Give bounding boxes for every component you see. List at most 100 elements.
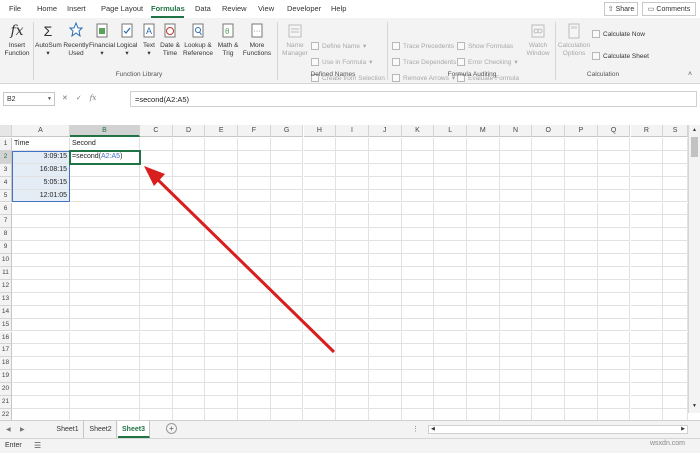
row-header-16[interactable]: 16 [0, 331, 12, 345]
cell-o3[interactable] [532, 163, 566, 177]
column-header-p[interactable]: P [565, 125, 598, 137]
cell-f9[interactable] [238, 241, 271, 255]
cell-g18[interactable] [270, 357, 304, 371]
cell-a7[interactable] [12, 215, 70, 229]
cell-d8[interactable] [172, 228, 206, 242]
cell-m8[interactable] [467, 228, 500, 242]
more-functions-button[interactable]: ··· More Functions [242, 22, 272, 58]
cell-k11[interactable] [401, 267, 435, 280]
cell-g15[interactable] [270, 318, 304, 332]
menu-insert[interactable]: Insert [67, 4, 86, 13]
cell-i12[interactable] [336, 279, 369, 293]
trace-dependents-button[interactable]: Trace Dependents [392, 58, 456, 66]
row-header-17[interactable]: 17 [0, 344, 12, 358]
cell-j10[interactable] [368, 254, 402, 267]
cell-s6[interactable] [663, 202, 688, 216]
cell-l14[interactable] [434, 305, 467, 319]
cell-e12[interactable] [205, 279, 239, 293]
worksheet-grid[interactable]: A B C D E F G H I J K L M N O P Q R S 1 Time Second 2 3:09:15 3 1… [0, 125, 700, 422]
cell-n1[interactable] [499, 138, 533, 151]
cell-m4[interactable] [467, 176, 500, 190]
cell-j19[interactable] [368, 370, 402, 384]
cell-s12[interactable] [663, 279, 688, 293]
cell-i8[interactable] [336, 228, 369, 242]
cell-d9[interactable] [172, 241, 206, 255]
select-all-corner[interactable] [0, 125, 12, 137]
cell-e9[interactable] [205, 241, 239, 255]
menu-view[interactable]: View [258, 4, 274, 13]
cell-f16[interactable] [238, 331, 271, 345]
cell-n13[interactable] [499, 292, 533, 306]
cell-c20[interactable] [140, 383, 173, 396]
cell-l18[interactable] [434, 357, 467, 371]
cell-o18[interactable] [532, 357, 566, 371]
row-header-1[interactable]: 1 [0, 138, 12, 151]
cell-g3[interactable] [270, 163, 304, 177]
menu-help[interactable]: Help [331, 4, 346, 13]
cell-h5[interactable] [303, 189, 337, 203]
cell-r11[interactable] [630, 267, 664, 280]
cell-c17[interactable] [140, 344, 173, 358]
cell-j17[interactable] [368, 344, 402, 358]
cell-o9[interactable] [532, 241, 566, 255]
cell-i7[interactable] [336, 215, 369, 229]
cell-i15[interactable] [336, 318, 369, 332]
cell-i19[interactable] [336, 370, 369, 384]
row-header-6[interactable]: 6 [0, 202, 12, 216]
cell-b16[interactable] [70, 331, 140, 345]
cell-h20[interactable] [303, 383, 337, 396]
cell-c14[interactable] [140, 305, 173, 319]
cell-c7[interactable] [140, 215, 173, 229]
cell-i4[interactable] [336, 176, 369, 190]
cell-p20[interactable] [565, 383, 598, 396]
cell-s5[interactable] [663, 189, 688, 203]
cell-q17[interactable] [597, 344, 631, 358]
cell-j5[interactable] [368, 189, 402, 203]
cell-a9[interactable] [12, 241, 70, 255]
cell-r13[interactable] [630, 292, 664, 306]
cell-k2[interactable] [401, 150, 435, 164]
cell-q1[interactable] [597, 138, 631, 151]
cell-f5[interactable] [238, 189, 271, 203]
cell-g17[interactable] [270, 344, 304, 358]
cancel-icon[interactable]: ✕ [62, 94, 68, 102]
cell-k16[interactable] [401, 331, 435, 345]
cell-g6[interactable] [270, 202, 304, 216]
cell-l17[interactable] [434, 344, 467, 358]
cell-s19[interactable] [663, 370, 688, 384]
cell-p21[interactable] [565, 396, 598, 409]
cell-n20[interactable] [499, 383, 533, 396]
cell-r9[interactable] [630, 241, 664, 255]
cell-f4[interactable] [238, 176, 271, 190]
row-header-4[interactable]: 4 [0, 176, 12, 190]
row-header-7[interactable]: 7 [0, 215, 12, 229]
cell-j20[interactable] [368, 383, 402, 396]
cell-d12[interactable] [172, 279, 206, 293]
cell-j9[interactable] [368, 241, 402, 255]
cell-l19[interactable] [434, 370, 467, 384]
cell-c19[interactable] [140, 370, 173, 384]
cell-o5[interactable] [532, 189, 566, 203]
cell-s21[interactable] [663, 396, 688, 409]
cell-i5[interactable] [336, 189, 369, 203]
cell-g7[interactable] [270, 215, 304, 229]
cell-g4[interactable] [270, 176, 304, 190]
cell-k4[interactable] [401, 176, 435, 190]
cell-e3[interactable] [205, 163, 239, 177]
cell-s14[interactable] [663, 305, 688, 319]
cell-b3[interactable] [70, 163, 140, 177]
vertical-scrollbar[interactable]: ▲ ▼ [688, 125, 700, 413]
cell-r16[interactable] [630, 331, 664, 345]
cell-q4[interactable] [597, 176, 631, 190]
cell-r5[interactable] [630, 189, 664, 203]
cell-h16[interactable] [303, 331, 337, 345]
cell-q19[interactable] [597, 370, 631, 384]
cell-r10[interactable] [630, 254, 664, 267]
column-header-d[interactable]: D [172, 125, 206, 137]
cell-a11[interactable] [12, 267, 70, 280]
scroll-left-icon[interactable]: ◀ [6, 426, 11, 433]
cell-h15[interactable] [303, 318, 337, 332]
cell-g9[interactable] [270, 241, 304, 255]
cell-q9[interactable] [597, 241, 631, 255]
cell-l4[interactable] [434, 176, 467, 190]
